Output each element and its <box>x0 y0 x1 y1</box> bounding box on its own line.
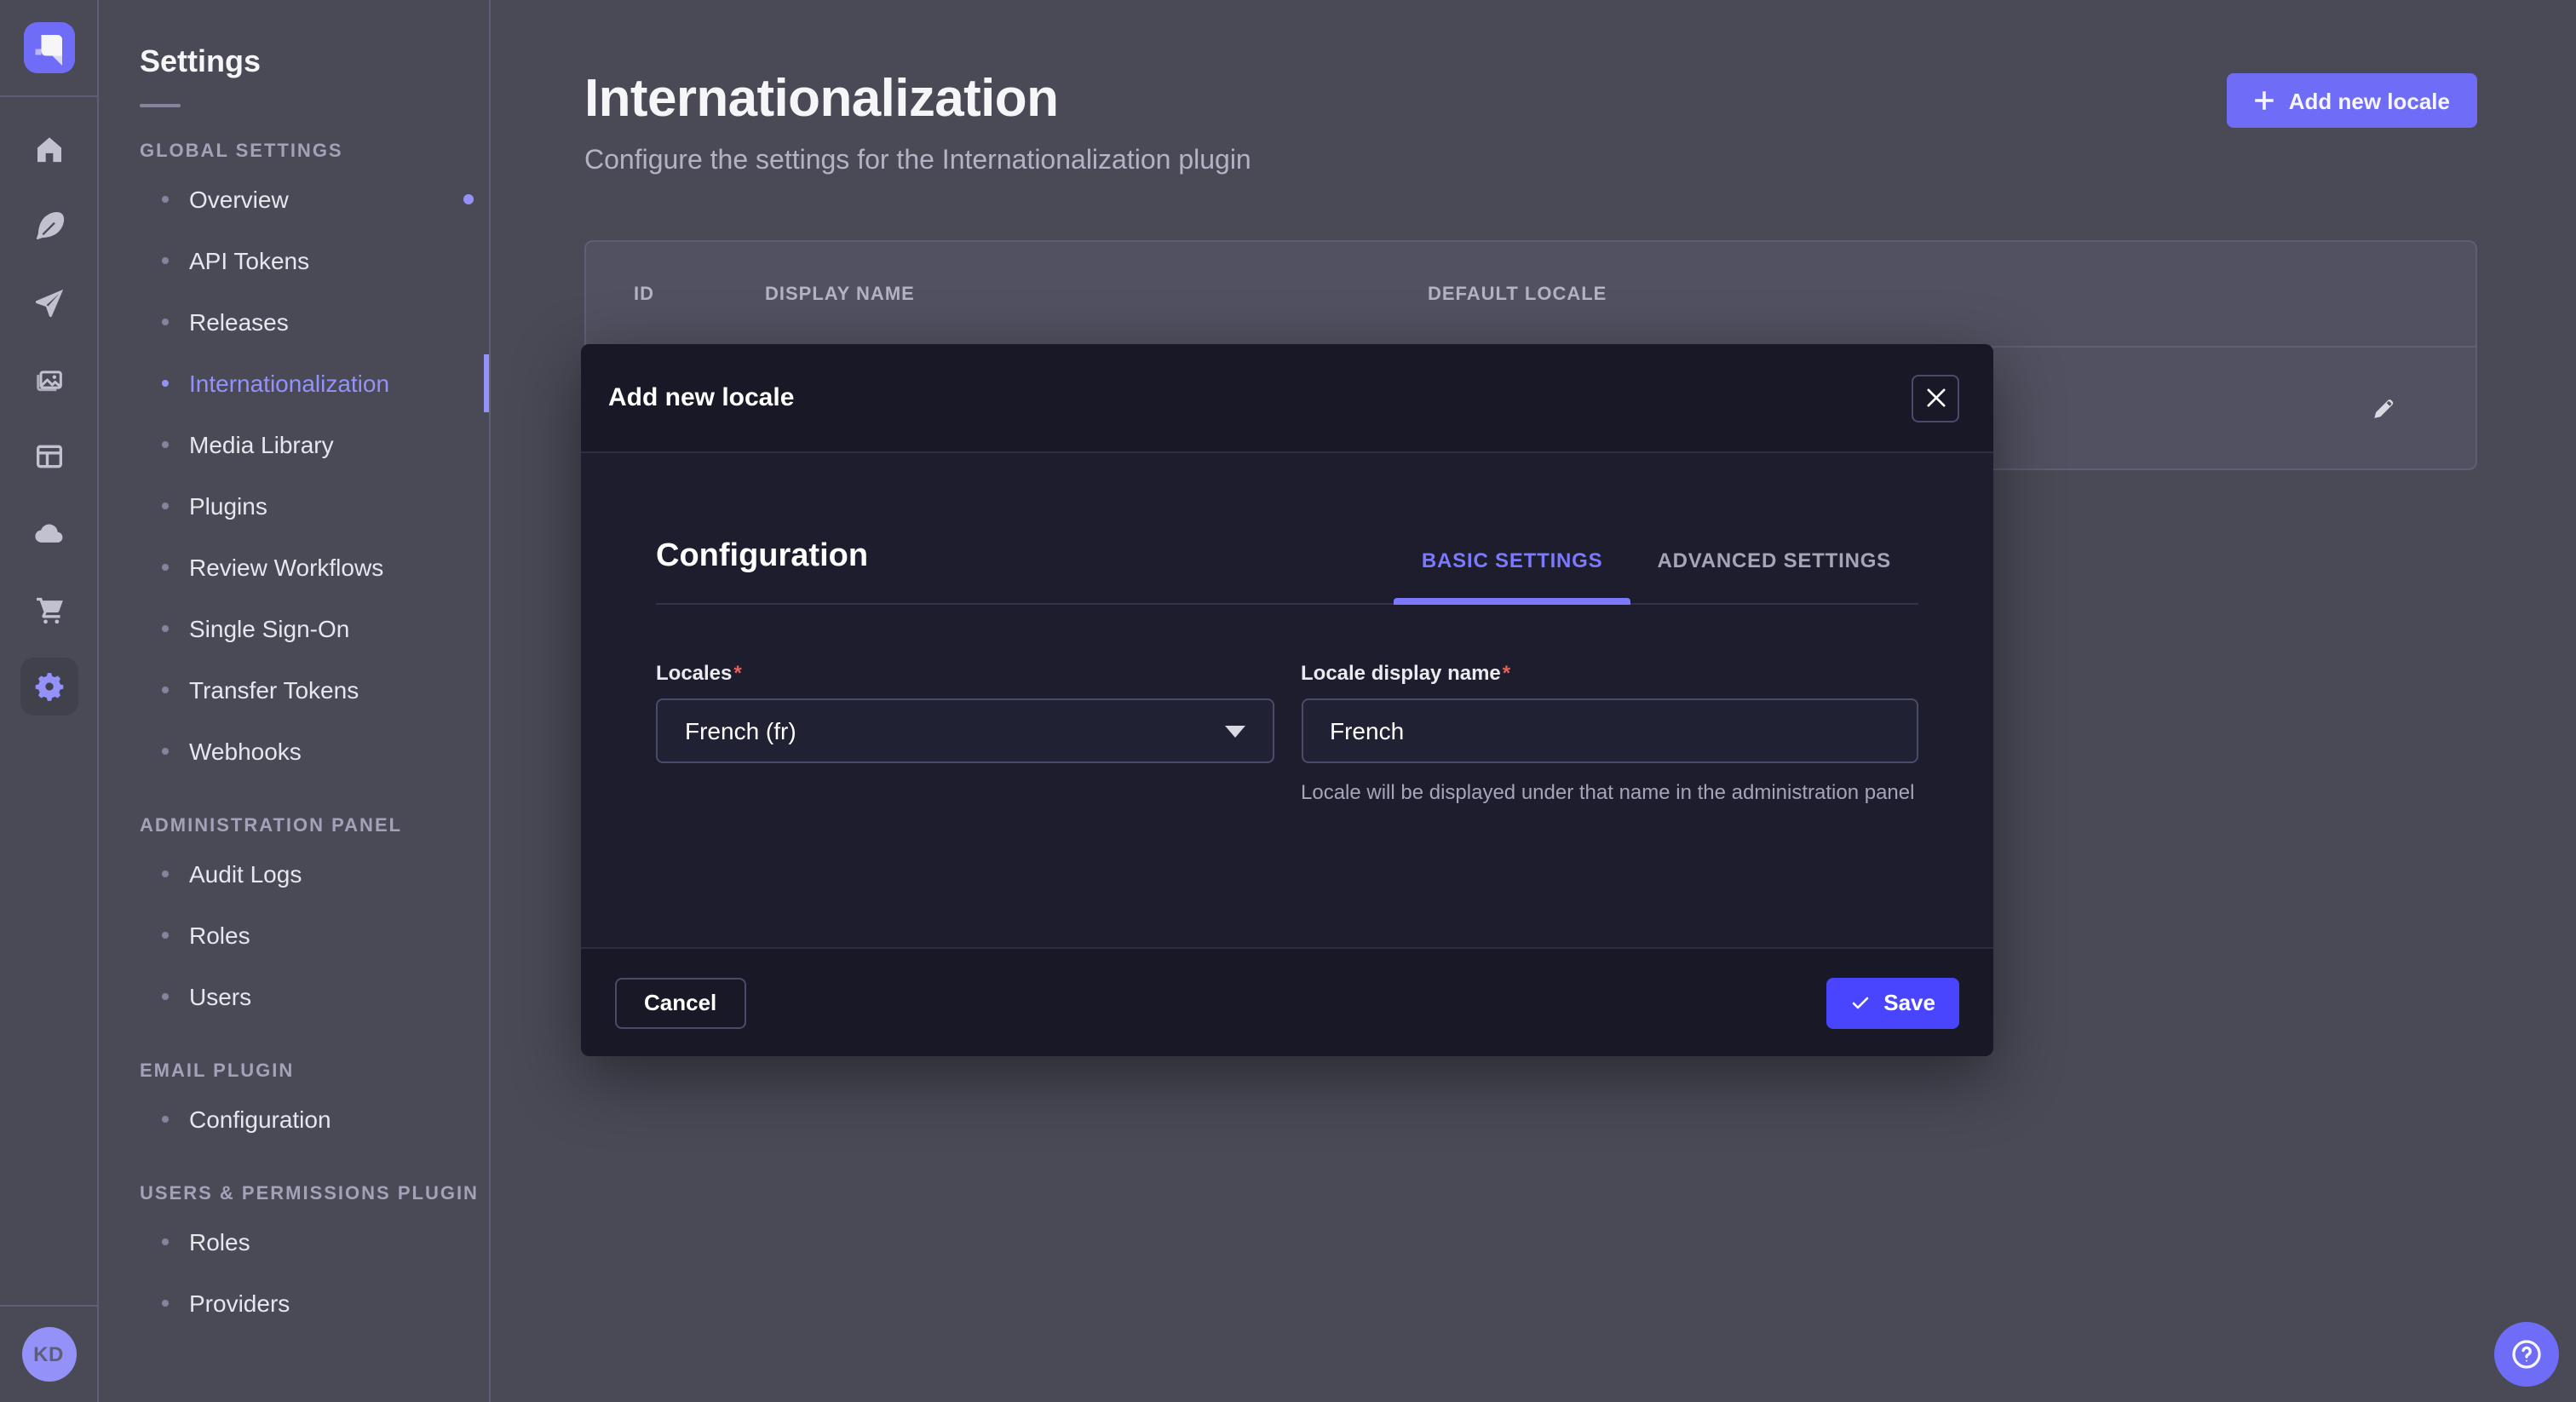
check-icon <box>1849 992 1870 1013</box>
modal-footer: Cancel Save <box>581 947 1993 1056</box>
save-button-label: Save <box>1883 990 1935 1015</box>
locales-field-group: Locales* French (fr) <box>656 661 1274 807</box>
close-icon <box>1926 388 1945 407</box>
configuration-header-row: Configuration BASIC SETTINGS ADVANCED SE… <box>656 453 1918 605</box>
cancel-button[interactable]: Cancel <box>615 977 745 1028</box>
locales-label-text: Locales <box>656 661 732 685</box>
tab-advanced-settings[interactable]: ADVANCED SETTINGS <box>1630 549 1918 603</box>
display-name-field-group: Locale display name* Locale will be disp… <box>1301 661 1918 807</box>
locales-select[interactable]: French (fr) <box>656 698 1274 763</box>
modal-body: Configuration BASIC SETTINGS ADVANCED SE… <box>581 453 1993 947</box>
locales-select-value: French (fr) <box>685 717 796 744</box>
display-name-hint: Locale will be displayed under that name… <box>1301 779 1918 807</box>
modal-header: Add new locale <box>581 344 1993 453</box>
tab-basic-settings[interactable]: BASIC SETTINGS <box>1394 549 1630 603</box>
modal-title: Add new locale <box>608 383 794 412</box>
save-button[interactable]: Save <box>1826 977 1959 1028</box>
required-asterisk: * <box>1503 661 1510 685</box>
settings-tabs: BASIC SETTINGS ADVANCED SETTINGS <box>1394 549 1918 603</box>
add-locale-modal: Add new locale Configuration BASIC SETTI… <box>581 344 1993 1056</box>
configuration-title: Configuration <box>656 538 868 603</box>
screen: KD Settings GLOBAL SETTINGS Overview API… <box>0 0 2576 1402</box>
display-name-label: Locale display name* <box>1301 661 1918 685</box>
required-asterisk: * <box>733 661 741 685</box>
locales-label: Locales* <box>656 661 1274 685</box>
display-name-label-text: Locale display name <box>1301 661 1501 685</box>
modal-close-button[interactable] <box>1912 374 1959 422</box>
display-name-input[interactable] <box>1301 698 1918 763</box>
strapi-admin: KD Settings GLOBAL SETTINGS Overview API… <box>0 0 2576 1402</box>
chevron-down-icon <box>1224 725 1245 737</box>
locale-form: Locales* French (fr) Locale display name… <box>656 661 1918 807</box>
